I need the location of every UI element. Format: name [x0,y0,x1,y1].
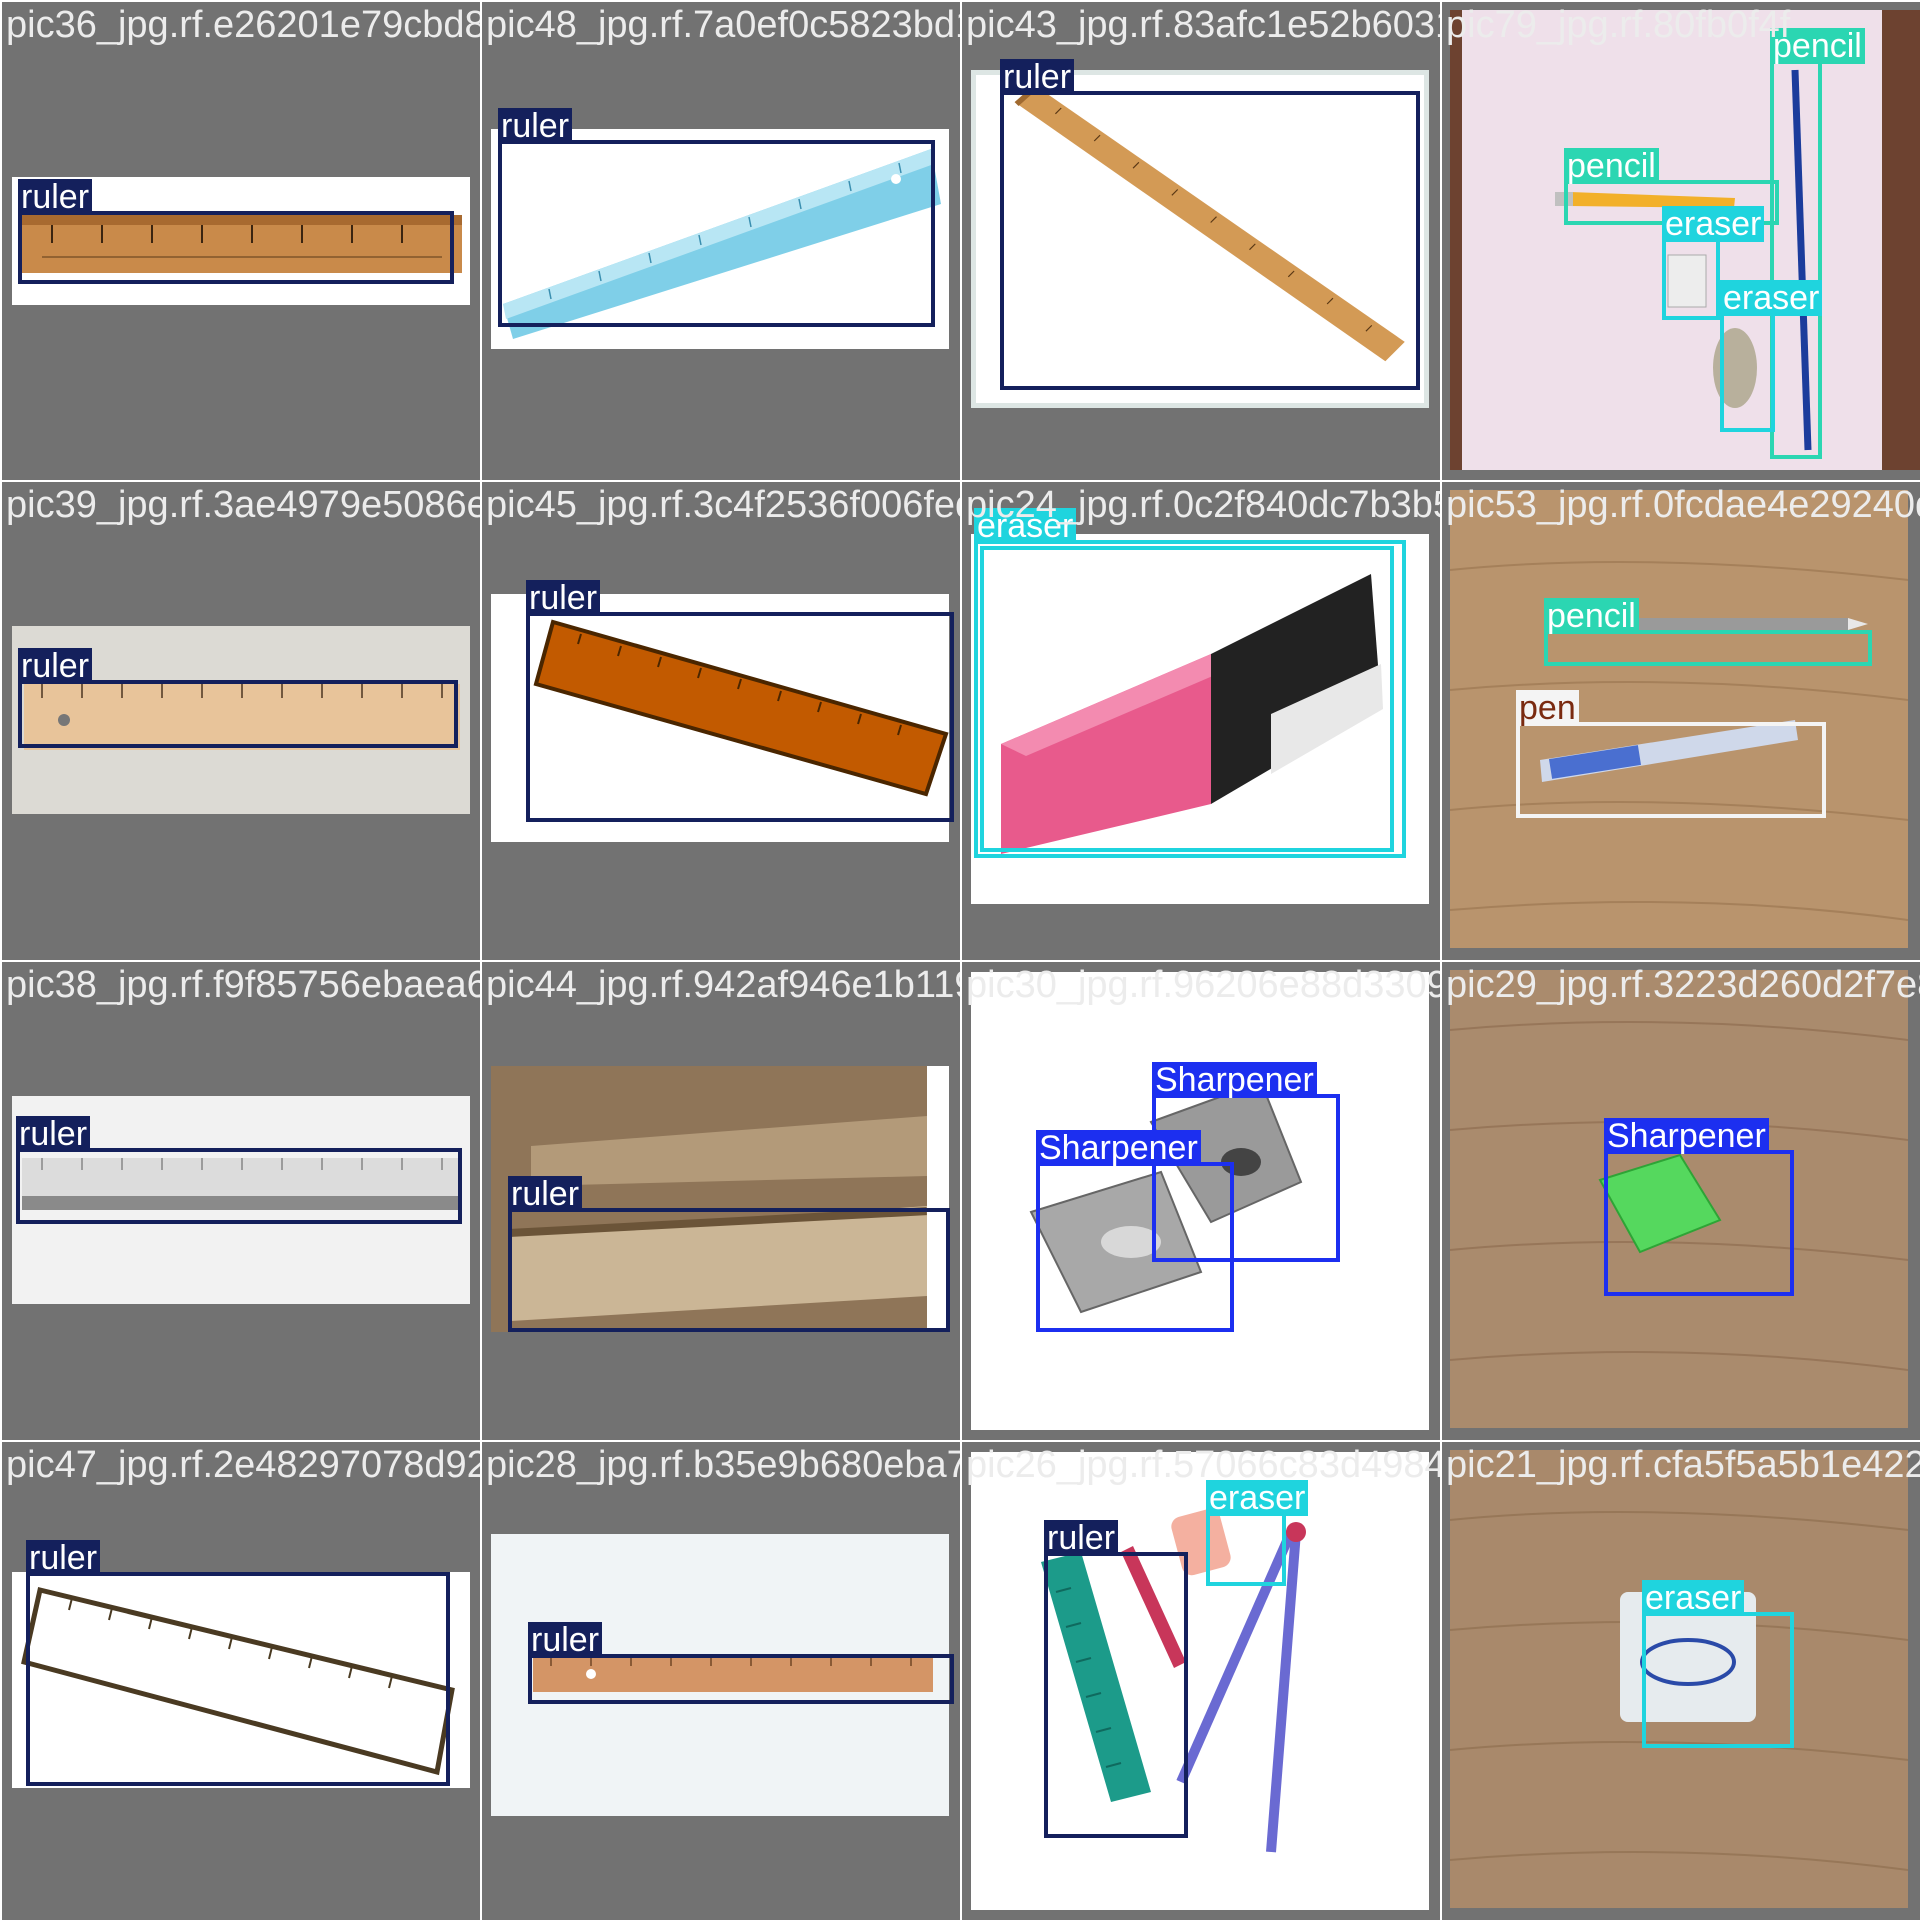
bbox-sharpener: Sharpener [1604,1118,1794,1296]
tile-caption: pic53_jpg.rf.0fcdae4e29240d4 [1446,484,1920,526]
bbox-label-pencil: pencil [1544,598,1639,634]
bbox-label-ruler: ruler [498,108,573,144]
tile-1: ruler pic48_jpg.rf.7a0ef0c5823bd18f63e1e… [482,2,960,480]
bbox-ruler: ruler [528,1622,954,1704]
bbox-label-ruler: ruler [16,1116,91,1152]
bbox-label-pencil: pencil [1564,148,1659,184]
tile-caption: pic28_jpg.rf.b35e9b680eba7c8a2865a71b570… [486,1444,960,1486]
bbox-sharpener: Sharpener [1036,1130,1234,1332]
bbox-eraser: eraser [1720,280,1823,432]
tile-13: ruler pic28_jpg.rf.b35e9b680eba7c8a2865a… [482,1442,960,1920]
bbox-label-eraser: eraser [1642,1580,1745,1616]
bbox-ruler: ruler [18,648,458,748]
bbox-label-ruler: ruler [508,1176,583,1212]
tile-6: eraser eraser pic24_jpg.rf.0c2f840dc7b3b… [962,482,1440,960]
tile-caption: pic44_jpg.rf.942af946e1b119901345503923e… [486,964,960,1006]
bbox-eraser: eraser [1206,1480,1309,1586]
bbox-ruler: ruler [1000,59,1420,390]
tile-2: ruler pic43_jpg.rf.83afc1e52b6031bfe791f… [962,2,1440,480]
bbox-ruler: ruler [1044,1520,1188,1838]
bbox-label-eraser: eraser [1720,280,1823,316]
bbox-pen: pen [1516,690,1826,818]
tile-caption: pic47_jpg.rf.2e48297078d92a2d882a6a821b3… [6,1444,480,1486]
tile-caption: pic79_jpg.rf.80fb0f4f [1446,4,1791,46]
bbox-ruler: ruler [18,179,454,284]
bbox-eraser: eraser [980,546,1394,852]
tile-10: Sharpener Sharpener pic30_jpg.rf.96206e8… [962,962,1440,1440]
bbox-pencil: pencil [1544,598,1872,666]
image-mosaic: ruler pic36_jpg.rf.e26201e79cbd80ce87add… [0,0,1920,1920]
bbox-label-ruler: ruler [528,1622,603,1658]
tile-caption: pic26_jpg.rf.57066c83d498405238176f5cfa5… [966,1444,1440,1486]
tile-caption: pic36_jpg.rf.e26201e79cbd80ce87addd2725f… [6,4,480,46]
bbox-eraser: eraser [1662,206,1765,320]
bbox-label-ruler: ruler [1000,59,1075,95]
tile-caption: pic39_jpg.rf.3ae4979e5086e84457cd343c4f2… [6,484,480,526]
bbox-label-pen: pen [1516,690,1579,726]
tile-caption: pic45_jpg.rf.3c4f2536f006fedd3484ff0c2f8… [486,484,960,526]
tile-11: Sharpener pic29_jpg.rf.3223d260d2f7e8fb9 [1442,962,1920,1440]
tile-caption: pic30_jpg.rf.96206e88d3309af042950bd2138… [966,964,1440,1006]
tile-14: ruler eraser pic26_jpg.rf.57066c83d49840… [962,1442,1440,1920]
bbox-label-sharpener: Sharpener [1604,1118,1769,1154]
tile-5: ruler pic45_jpg.rf.3c4f2536f006fedd3484f… [482,482,960,960]
bbox-label-sharpener: Sharpener [1036,1130,1201,1166]
bbox-pencil: pencil [1770,28,1865,459]
bbox-ruler: ruler [508,1176,950,1332]
tile-12: ruler pic47_jpg.rf.2e48297078d92a2d882a6… [2,1442,480,1920]
bbox-ruler: ruler [16,1116,462,1224]
bbox-ruler: ruler [526,580,954,822]
tile-8: ruler pic38_jpg.rf.f9f85756ebaea6af344f9… [2,962,480,1440]
bbox-label-ruler: ruler [1044,1520,1119,1556]
bbox-label-eraser: eraser [1662,206,1765,242]
bbox-ruler: ruler [26,1540,450,1786]
tile-0: ruler pic36_jpg.rf.e26201e79cbd80ce87add… [2,2,480,480]
tile-caption: pic29_jpg.rf.3223d260d2f7e8fb9 [1446,964,1920,1006]
tile-3: pencil pencil eraser eraser pic79_jpg.rf… [1442,2,1920,480]
bbox-eraser: eraser [1642,1580,1794,1748]
bbox-label-ruler: ruler [526,580,601,616]
bbox-label-sharpener: Sharpener [1152,1062,1317,1098]
tile-9: ruler pic44_jpg.rf.942af946e1b1199013455… [482,962,960,1440]
bbox-label-ruler: ruler [18,648,93,684]
tile-caption: pic38_jpg.rf.f9f85756ebaea6af344f942af94… [6,964,480,1006]
tile-caption: pic24_jpg.rf.0c2f840dc7b3b5a0a2c95834c0f… [966,484,1440,526]
tile-4: ruler pic39_jpg.rf.3ae4979e5086e84457cd3… [2,482,480,960]
bbox-ruler: ruler [498,108,935,327]
tile-caption: pic48_jpg.rf.7a0ef0c5823bd18f63e1e52b603… [486,4,960,46]
photo-stationery-set [971,1452,1429,1910]
tile-caption: pic21_jpg.rf.cfa5f5a5b1e422a52 [1446,1444,1920,1486]
tile-caption: pic43_jpg.rf.83afc1e52b6031bfe791fb30fb0 [966,4,1440,46]
bbox-label-ruler: ruler [18,179,93,215]
tile-7: pencil pen pic53_jpg.rf.0fcdae4e29240d4 [1442,482,1920,960]
bbox-label-ruler: ruler [26,1540,101,1576]
tile-15: eraser pic21_jpg.rf.cfa5f5a5b1e422a52 [1442,1442,1920,1920]
